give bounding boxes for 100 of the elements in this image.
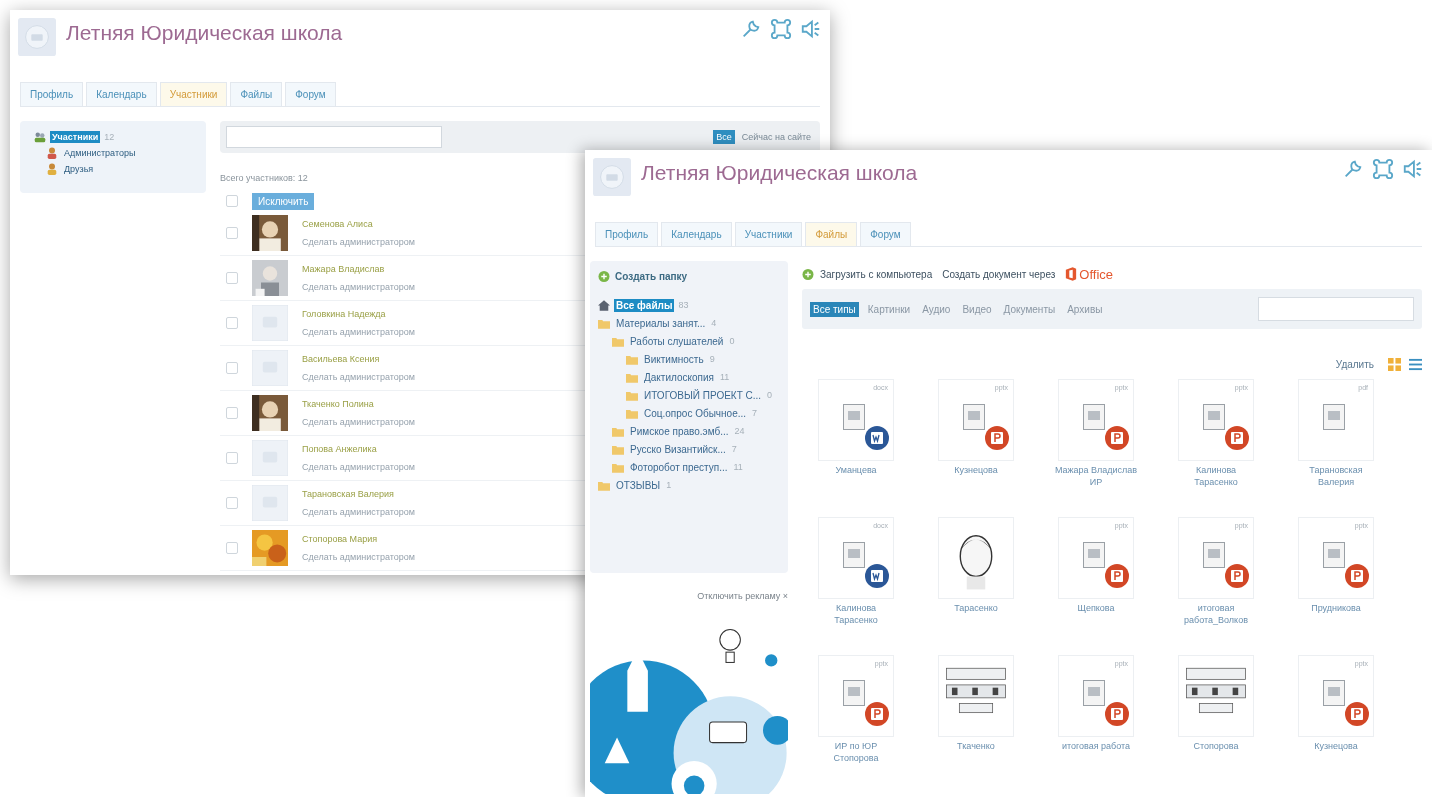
file-count: 11 (733, 462, 743, 472)
tab[interactable]: Профиль (595, 222, 659, 246)
make-admin-link[interactable]: Сделать администратором (302, 462, 415, 472)
file-name[interactable]: Калинова Тарасенко (814, 603, 898, 627)
folder-link[interactable]: ИТОГОВЫЙ ПРОЕКТ С... (642, 388, 764, 402)
checkbox[interactable] (226, 407, 238, 419)
folder-link[interactable]: Римское право.эмб... (628, 424, 731, 438)
type-filter[interactable]: Архивы (1064, 301, 1106, 317)
list-view-icon[interactable] (1409, 357, 1422, 371)
file-name[interactable]: Уманцева (814, 465, 898, 477)
member-name[interactable]: Головкина Надежда (302, 309, 386, 319)
tab[interactable]: Форум (860, 222, 911, 246)
upload-link[interactable]: Загрузить с компьютера (820, 268, 937, 280)
type-filter[interactable]: Все типы (810, 301, 859, 317)
member-name[interactable]: Попова Анжелика (302, 444, 377, 454)
folder-link[interactable]: Русско Византийск... (628, 442, 728, 456)
tab[interactable]: Форум (285, 82, 336, 106)
checkbox[interactable] (226, 272, 238, 284)
tab[interactable]: Календарь (661, 222, 732, 246)
settings-icon[interactable] (1372, 158, 1394, 180)
tab[interactable]: Файлы (230, 82, 283, 106)
member-name[interactable]: Стопорова Мария (302, 534, 378, 544)
tab[interactable]: Календарь (86, 82, 157, 106)
tab[interactable]: Профиль (20, 82, 84, 106)
folder-link[interactable]: Фоторобот преступ... (628, 460, 730, 474)
file-name[interactable]: итоговая работа_Волков (1174, 603, 1258, 627)
group-link[interactable]: Друзья (62, 163, 96, 175)
type-filter[interactable]: Аудио (919, 301, 954, 317)
checkbox[interactable] (226, 542, 238, 554)
make-admin-link[interactable]: Сделать администратором (302, 327, 415, 337)
search-field[interactable] (1258, 297, 1414, 321)
powerpoint-badge-icon (985, 426, 1009, 450)
make-admin-link[interactable]: Сделать администратором (302, 507, 415, 517)
member-name[interactable]: Васильева Ксения (302, 354, 380, 364)
make-admin-link[interactable]: Сделать администратором (302, 417, 415, 427)
create-folder-link[interactable]: Создать папку (615, 271, 688, 282)
make-admin-link[interactable]: Сделать администратором (302, 282, 415, 292)
checkbox[interactable] (226, 362, 238, 374)
file-name[interactable]: Тарасенко (934, 603, 1018, 615)
folder-link[interactable]: Все файлы (614, 298, 675, 312)
file-name[interactable]: Кузнецова (934, 465, 1018, 477)
folder-link[interactable]: Материалы занят... (614, 316, 708, 330)
checkbox[interactable] (226, 227, 238, 239)
avatar-placeholder-icon (252, 485, 288, 521)
file-name[interactable]: Ткаченко (934, 741, 1018, 753)
folder-link[interactable]: Работы слушателей (628, 334, 726, 348)
wrench-icon[interactable] (1342, 158, 1364, 180)
tab[interactable]: Участники (734, 222, 803, 246)
document-icon (1203, 542, 1225, 568)
file-name[interactable]: ИР по ЮР Стопорова (814, 741, 898, 765)
document-icon (1083, 404, 1105, 430)
checkbox[interactable] (226, 195, 238, 207)
speaker-icon[interactable] (1402, 158, 1424, 180)
file-name[interactable]: Стопорова (1174, 741, 1258, 753)
member-name[interactable]: Ткаченко Полина (302, 399, 374, 409)
wrench-icon[interactable] (740, 18, 762, 40)
delete-link[interactable]: Удалить (1335, 358, 1380, 370)
checkbox[interactable] (226, 317, 238, 329)
disable-ads-link[interactable]: Отключить рекламу × (590, 591, 788, 601)
create-document-link[interactable]: Создать документ через (942, 268, 1060, 280)
grid-view-icon[interactable] (1388, 357, 1401, 371)
file-name[interactable]: Тарановская Валерия (1294, 465, 1378, 489)
make-admin-link[interactable]: Сделать администратором (302, 552, 415, 562)
checkbox[interactable] (226, 452, 238, 464)
group-link[interactable]: Участники (50, 131, 101, 143)
file-count: 24 (734, 426, 745, 436)
office-label: Office (1079, 266, 1114, 282)
member-name[interactable]: Семенова Алиса (302, 219, 373, 229)
folder-link[interactable]: Дактилоскопия (642, 370, 716, 384)
tab[interactable]: Файлы (805, 222, 858, 246)
file-name[interactable]: Кузнецова (1294, 741, 1378, 753)
exclude-button[interactable]: Исключить (252, 192, 315, 210)
filter-button[interactable]: Все (713, 130, 735, 144)
avatar-placeholder-icon (252, 440, 288, 476)
type-filter[interactable]: Видео (959, 301, 995, 317)
file-count: 11 (719, 372, 730, 382)
settings-icon[interactable] (770, 18, 792, 40)
file-name[interactable]: Мажара Владислав ИР (1054, 465, 1138, 489)
folder-link[interactable]: ОТЗЫВЫ (614, 478, 663, 492)
tab[interactable]: Участники (159, 82, 228, 106)
group-link[interactable]: Администраторы (62, 147, 138, 159)
member-name[interactable]: Мажара Владислав (302, 264, 385, 274)
folder-link[interactable]: Соц.опрос Обычное... (642, 406, 749, 420)
search-field[interactable] (226, 126, 442, 148)
member-name[interactable]: Тарановская Валерия (302, 489, 394, 499)
powerpoint-badge-icon (1345, 564, 1369, 588)
type-filter[interactable]: Картинки (864, 301, 914, 317)
folder-icon (612, 443, 624, 455)
file-name[interactable]: итоговая работа (1054, 741, 1138, 753)
checkbox[interactable] (226, 497, 238, 509)
file-name[interactable]: Прудникова (1294, 603, 1378, 615)
make-admin-link[interactable]: Сделать администратором (302, 237, 415, 247)
person-icon (46, 163, 58, 175)
type-filter[interactable]: Документы (1000, 301, 1059, 317)
folder-link[interactable]: Виктимность (642, 352, 706, 366)
file-name[interactable]: Калинова Тарасенко (1174, 465, 1258, 489)
file-name[interactable]: Щепкова (1054, 603, 1138, 615)
filter-button[interactable]: Сейчас на сайте (738, 130, 814, 144)
speaker-icon[interactable] (800, 18, 822, 40)
make-admin-link[interactable]: Сделать администратором (302, 372, 415, 382)
